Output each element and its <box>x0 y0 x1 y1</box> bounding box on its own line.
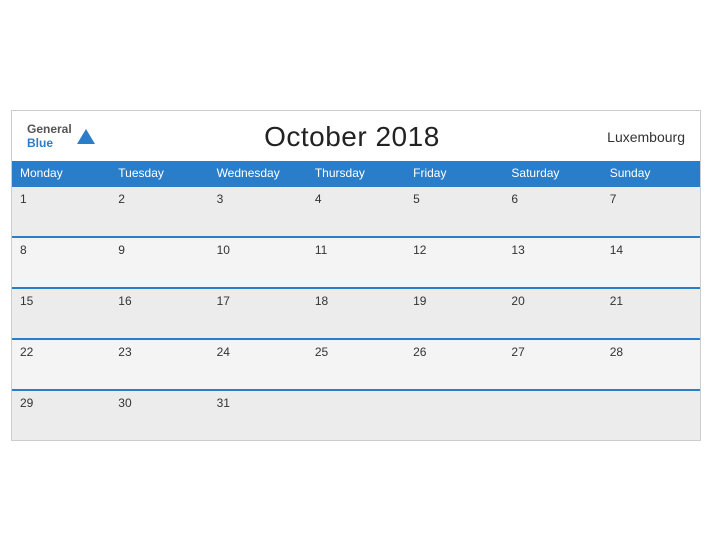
calendar-header: General Blue October 2018 Luxembourg <box>12 111 700 161</box>
day-12: 12 <box>405 237 503 288</box>
col-thursday: Thursday <box>307 161 405 186</box>
logo-blue-text: Blue <box>27 137 72 150</box>
calendar-thead: Monday Tuesday Wednesday Thursday Friday… <box>12 161 700 186</box>
day-8: 8 <box>12 237 110 288</box>
logo-general-text: General <box>27 123 72 136</box>
col-wednesday: Wednesday <box>209 161 307 186</box>
calendar-tbody: 1 2 3 4 5 6 7 8 9 10 11 12 13 14 15 16 1… <box>12 186 700 440</box>
day-empty-2 <box>405 390 503 440</box>
col-saturday: Saturday <box>503 161 601 186</box>
day-6: 6 <box>503 186 601 237</box>
col-sunday: Sunday <box>602 161 700 186</box>
calendar: General Blue October 2018 Luxembourg Mon… <box>11 110 701 441</box>
day-empty-1 <box>307 390 405 440</box>
logo-text: General Blue <box>27 123 72 149</box>
week-row-2: 8 9 10 11 12 13 14 <box>12 237 700 288</box>
day-4: 4 <box>307 186 405 237</box>
week-row-5: 29 30 31 <box>12 390 700 440</box>
day-29: 29 <box>12 390 110 440</box>
day-26: 26 <box>405 339 503 390</box>
col-monday: Monday <box>12 161 110 186</box>
day-3: 3 <box>209 186 307 237</box>
day-23: 23 <box>110 339 208 390</box>
day-30: 30 <box>110 390 208 440</box>
day-19: 19 <box>405 288 503 339</box>
day-17: 17 <box>209 288 307 339</box>
country-label: Luxembourg <box>607 129 685 145</box>
col-tuesday: Tuesday <box>110 161 208 186</box>
day-13: 13 <box>503 237 601 288</box>
week-row-3: 15 16 17 18 19 20 21 <box>12 288 700 339</box>
day-10: 10 <box>209 237 307 288</box>
day-empty-3 <box>503 390 601 440</box>
day-21: 21 <box>602 288 700 339</box>
day-27: 27 <box>503 339 601 390</box>
logo: General Blue <box>27 123 97 149</box>
day-20: 20 <box>503 288 601 339</box>
day-22: 22 <box>12 339 110 390</box>
logo-icon <box>75 126 97 148</box>
day-9: 9 <box>110 237 208 288</box>
calendar-table: Monday Tuesday Wednesday Thursday Friday… <box>12 161 700 440</box>
week-row-1: 1 2 3 4 5 6 7 <box>12 186 700 237</box>
day-14: 14 <box>602 237 700 288</box>
day-24: 24 <box>209 339 307 390</box>
weekday-header-row: Monday Tuesday Wednesday Thursday Friday… <box>12 161 700 186</box>
day-16: 16 <box>110 288 208 339</box>
day-1: 1 <box>12 186 110 237</box>
day-7: 7 <box>602 186 700 237</box>
col-friday: Friday <box>405 161 503 186</box>
day-31: 31 <box>209 390 307 440</box>
week-row-4: 22 23 24 25 26 27 28 <box>12 339 700 390</box>
day-18: 18 <box>307 288 405 339</box>
day-5: 5 <box>405 186 503 237</box>
day-25: 25 <box>307 339 405 390</box>
day-28: 28 <box>602 339 700 390</box>
month-title: October 2018 <box>264 121 440 153</box>
day-11: 11 <box>307 237 405 288</box>
day-2: 2 <box>110 186 208 237</box>
day-15: 15 <box>12 288 110 339</box>
day-empty-4 <box>602 390 700 440</box>
